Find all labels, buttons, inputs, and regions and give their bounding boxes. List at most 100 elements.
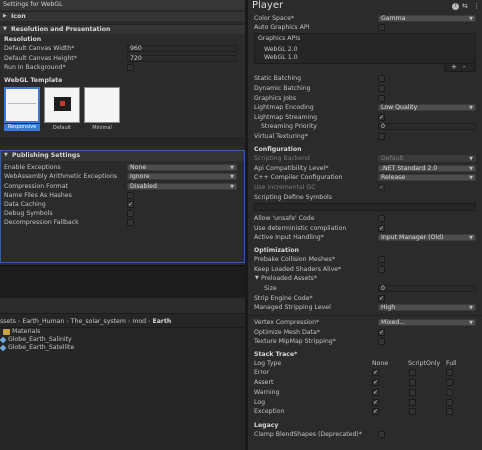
breadcrumb-item[interactable]: Earth_Human xyxy=(22,318,64,325)
compression-format-dropdown[interactable]: Disabled ▼ xyxy=(127,183,237,190)
resolution-section-header[interactable]: ▼ Resolution and Presentation xyxy=(0,24,245,34)
stack-full-checkbox[interactable] xyxy=(446,379,453,386)
stack-none-checkbox[interactable] xyxy=(372,368,379,377)
breadcrumb-item[interactable]: The_solar_system xyxy=(71,318,126,325)
static-batching-checkbox[interactable] xyxy=(378,75,385,82)
preset-icon[interactable]: ⇆ xyxy=(462,2,468,10)
default-thumbnail-icon xyxy=(54,97,71,111)
stack-none-checkbox[interactable] xyxy=(372,388,379,397)
decompression-fallback-checkbox[interactable] xyxy=(127,219,134,226)
stack-trace-heading: Stack Trace* xyxy=(254,351,298,358)
color-space-dropdown[interactable]: Gamma ▼ xyxy=(378,15,476,22)
wasm-exceptions-dropdown[interactable]: Ignore ▼ xyxy=(127,173,237,180)
deterministic-checkbox[interactable] xyxy=(378,224,385,233)
foldout-arrow-down-icon[interactable]: ▼ xyxy=(255,274,259,283)
stack-scriptonly-checkbox[interactable] xyxy=(409,408,416,415)
api-compat-dropdown[interactable]: .NET Standard 2.0 ▼ xyxy=(378,165,476,172)
stack-none-checkbox[interactable] xyxy=(372,398,379,407)
texture-mip-checkbox[interactable] xyxy=(378,338,385,345)
debug-symbols-checkbox[interactable] xyxy=(127,210,134,217)
graphics-jobs-checkbox[interactable] xyxy=(378,95,385,102)
stack-full-checkbox[interactable] xyxy=(446,399,453,406)
streaming-priority-field[interactable]: 0 xyxy=(378,123,476,130)
template-responsive[interactable] xyxy=(4,87,40,123)
compression-format-label: Compression Format xyxy=(4,183,68,190)
cpp-config-dropdown[interactable]: Release ▼ xyxy=(378,174,476,181)
breadcrumb: ssets › Earth_Human › The_solar_system ›… xyxy=(0,317,171,326)
lightmap-streaming-checkbox[interactable] xyxy=(378,113,385,122)
prebake-checkbox[interactable] xyxy=(378,256,385,263)
allow-unsafe-label: Allow 'unsafe' Code xyxy=(254,215,315,222)
remove-icon[interactable]: - xyxy=(463,63,466,71)
dynamic-batching-label: Dynamic Batching xyxy=(254,85,311,92)
template-default[interactable] xyxy=(44,87,80,123)
help-icon[interactable]: ? xyxy=(452,3,459,10)
breadcrumb-item[interactable]: Earth xyxy=(153,318,172,325)
scripting-backend-dropdown: Default ▼ xyxy=(378,155,476,162)
canvas-width-field[interactable]: 960 xyxy=(127,45,237,52)
resolution-section-label: Resolution and Presentation xyxy=(11,26,111,33)
managed-stripping-dropdown[interactable]: High ▼ xyxy=(378,304,476,311)
define-symbols-field[interactable] xyxy=(254,203,476,211)
active-input-label: Active Input Handling* xyxy=(254,234,324,241)
settings-title: Settings for WebGL xyxy=(3,1,63,8)
virtual-texturing-checkbox[interactable] xyxy=(378,133,385,140)
stack-scriptonly-checkbox[interactable] xyxy=(409,399,416,406)
keep-shaders-checkbox[interactable] xyxy=(378,266,385,273)
size-field[interactable]: 0 xyxy=(378,285,476,292)
dropdown-arrow-icon: ▼ xyxy=(469,156,473,162)
stack-full-checkbox[interactable] xyxy=(446,389,453,396)
dynamic-batching-checkbox[interactable] xyxy=(378,85,385,92)
canvas-height-field[interactable]: 720 xyxy=(127,55,237,62)
dropdown-arrow-icon: ▼ xyxy=(230,165,234,171)
stack-scriptonly-checkbox[interactable] xyxy=(409,389,416,396)
data-caching-checkbox[interactable] xyxy=(127,200,134,209)
strip-engine-checkbox[interactable] xyxy=(378,294,385,303)
stack-none-checkbox[interactable] xyxy=(372,378,379,387)
color-space-label: Color Space* xyxy=(254,15,295,22)
enable-exceptions-dropdown[interactable]: None ▼ xyxy=(127,164,237,171)
stack-full-checkbox[interactable] xyxy=(446,408,453,415)
breadcrumb-item[interactable]: ssets xyxy=(0,318,16,325)
active-input-dropdown[interactable]: Input Manager (Old) ▼ xyxy=(378,234,476,241)
publishing-settings-panel: ▼ Publishing Settings Enable Exceptions … xyxy=(0,150,245,263)
name-files-hashes-label: Name Files As Hashes xyxy=(4,192,72,199)
publishing-header[interactable]: ▼ Publishing Settings xyxy=(1,151,244,161)
allow-unsafe-checkbox[interactable] xyxy=(378,215,385,222)
log-type-label: Log Type xyxy=(254,360,282,367)
stack-full-checkbox[interactable] xyxy=(446,369,453,376)
texture-mip-label: Texture MipMap Stripping* xyxy=(254,338,336,345)
lightmap-encoding-dropdown[interactable]: Low Quality ▼ xyxy=(378,104,476,111)
prefab-icon xyxy=(0,336,7,344)
menu-icon[interactable]: ⋮ xyxy=(473,2,480,10)
wasm-exceptions-label: WebAssembly Arithmetic Exceptions xyxy=(4,173,118,180)
foldout-arrow-icon: ▶ xyxy=(3,13,7,19)
strip-engine-label: Strip Engine Code* xyxy=(254,295,313,302)
responsive-thumbnail-icon xyxy=(8,103,36,104)
canvas-height-label: Default Canvas Height* xyxy=(4,55,77,62)
settings-header: Settings for WebGL xyxy=(0,0,245,10)
stack-scriptonly-checkbox[interactable] xyxy=(409,379,416,386)
stack-none-checkbox[interactable] xyxy=(372,407,379,416)
stack-scriptonly-checkbox[interactable] xyxy=(409,369,416,376)
auto-graphics-checkbox[interactable] xyxy=(378,24,385,31)
run-in-background-checkbox[interactable] xyxy=(127,64,134,71)
icon-section-label: Icon xyxy=(11,13,26,20)
template-minimal[interactable] xyxy=(84,87,120,123)
graphics-api-item[interactable]: WebGL 2.0 xyxy=(264,46,298,53)
vertex-compression-dropdown[interactable]: Mixed... ▼ xyxy=(378,319,476,326)
add-icon[interactable]: + xyxy=(451,63,457,71)
scene-view[interactable] xyxy=(0,265,245,298)
clamp-blendshapes-checkbox[interactable] xyxy=(378,431,385,438)
dropdown-arrow-icon: ▼ xyxy=(469,166,473,172)
enable-exceptions-label: Enable Exceptions xyxy=(4,164,61,171)
icon-section-header[interactable]: ▶ Icon xyxy=(0,11,245,21)
section-bar xyxy=(0,140,245,146)
managed-stripping-label: Managed Stripping Level xyxy=(254,304,331,311)
foldout-arrow-down-icon: ▼ xyxy=(3,26,7,32)
graphics-api-item[interactable]: WebGL 1.0 xyxy=(264,54,298,61)
optimize-mesh-checkbox[interactable] xyxy=(378,328,385,337)
data-caching-label: Data Caching xyxy=(4,201,46,208)
name-files-hashes-checkbox[interactable] xyxy=(127,192,134,199)
breadcrumb-item[interactable]: mod xyxy=(132,318,146,325)
